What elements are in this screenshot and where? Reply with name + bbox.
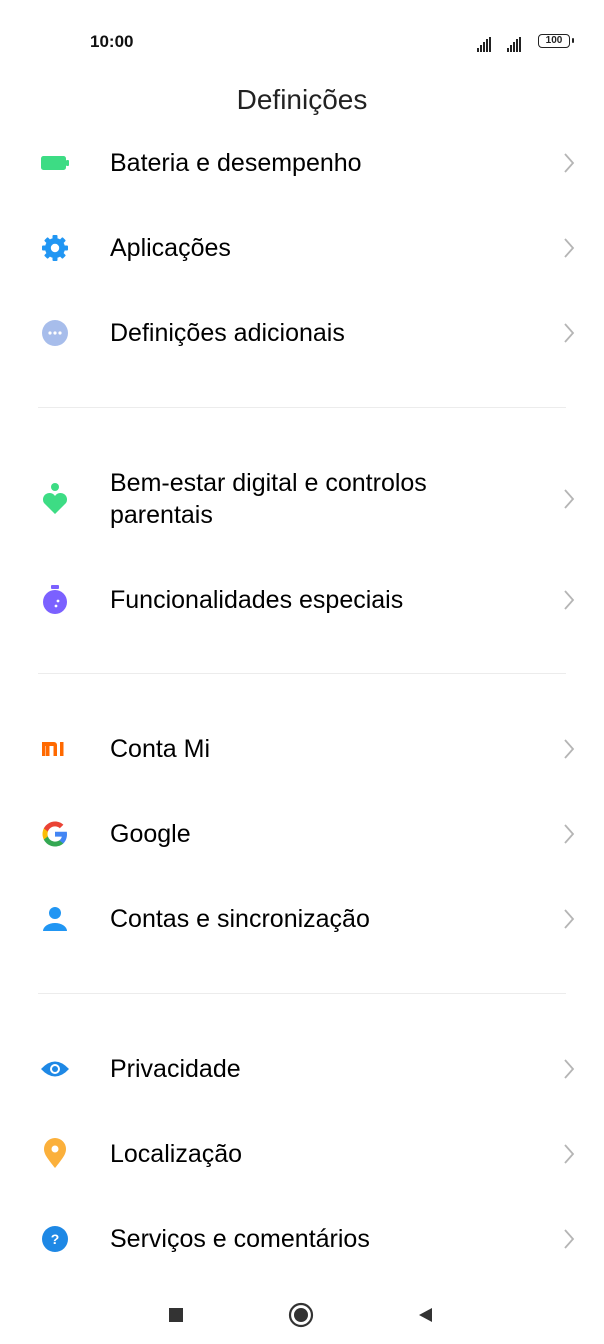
chevron-right-icon: [560, 904, 578, 934]
back-icon[interactable]: [410, 1300, 440, 1330]
settings-item-apps[interactable]: Aplicações: [0, 206, 604, 290]
mi-logo-icon: [40, 734, 70, 764]
more-dots-icon: [40, 318, 70, 348]
settings-item-battery[interactable]: Bateria e desempenho: [0, 121, 604, 205]
settings-item-special-features[interactable]: Funcionalidades especiais: [0, 558, 604, 642]
battery-icon: [40, 148, 70, 178]
settings-item-digital-wellbeing[interactable]: Bem-estar digital e controlos parentais: [0, 457, 604, 541]
settings-item-additional[interactable]: Definições adicionais: [0, 291, 604, 375]
chevron-right-icon: [560, 1224, 578, 1254]
chevron-right-icon: [560, 484, 578, 514]
chevron-right-icon: [560, 585, 578, 615]
svg-text:?: ?: [51, 1231, 60, 1247]
chevron-right-icon: [560, 148, 578, 178]
home-icon[interactable]: [286, 1300, 316, 1330]
settings-item-label: Contas e sincronização: [110, 905, 370, 933]
settings-item-services-feedback[interactable]: ? Serviços e comentários: [0, 1197, 604, 1281]
chevron-right-icon: [560, 1139, 578, 1169]
settings-item-label: Privacidade: [110, 1055, 241, 1083]
chevron-right-icon: [560, 1054, 578, 1084]
chevron-right-icon: [560, 819, 578, 849]
settings-item-label: Definições adicionais: [110, 319, 345, 347]
section-divider: [38, 673, 566, 674]
settings-item-label: Bem-estar digital e controlos parentais: [110, 469, 427, 529]
signal-icon: [477, 34, 492, 52]
section-divider: [38, 993, 566, 994]
person-icon: [40, 904, 70, 934]
settings-item-google[interactable]: Google: [0, 792, 604, 876]
settings-item-label: Serviços e comentários: [110, 1225, 370, 1253]
chevron-right-icon: [560, 318, 578, 348]
settings-item-label: Google: [110, 820, 191, 848]
status-bar: 10:00 100: [0, 0, 604, 80]
chevron-right-icon: [560, 233, 578, 263]
gear-icon: [40, 233, 70, 263]
eye-icon: [40, 1054, 70, 1084]
settings-item-label: Funcionalidades especiais: [110, 586, 404, 614]
chevron-right-icon: [560, 734, 578, 764]
settings-item-label: Bateria e desempenho: [110, 149, 362, 177]
special-features-icon: [40, 585, 70, 615]
battery-indicator: 100: [538, 34, 574, 48]
settings-item-privacy[interactable]: Privacidade: [0, 1027, 604, 1111]
settings-item-label: Conta Mi: [110, 735, 211, 763]
status-time: 10:00: [90, 32, 134, 51]
settings-item-label: Localização: [110, 1140, 243, 1168]
digital-wellbeing-icon: [40, 483, 70, 514]
location-pin-icon: [40, 1138, 70, 1169]
navigation-bar: [0, 1285, 604, 1344]
recents-icon[interactable]: [161, 1300, 191, 1330]
section-divider: [38, 407, 566, 408]
settings-item-accounts-sync[interactable]: Contas e sincronização: [0, 877, 604, 961]
settings-item-mi-account[interactable]: Conta Mi: [0, 707, 604, 791]
page-title: Definições: [236, 84, 368, 115]
settings-item-label: Aplicações: [110, 234, 231, 262]
settings-item-location[interactable]: Localização: [0, 1112, 604, 1196]
signal-icon-2: [507, 34, 522, 52]
google-icon: [40, 819, 70, 849]
help-icon: ?: [40, 1224, 70, 1254]
